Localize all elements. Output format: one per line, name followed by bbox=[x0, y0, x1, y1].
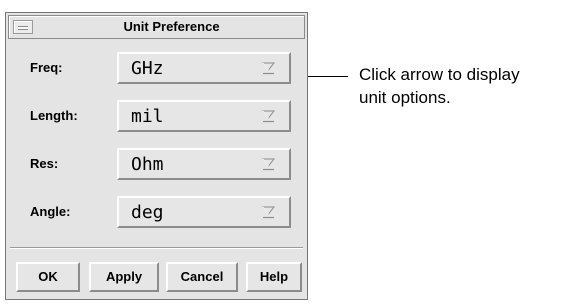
res-select-value: Ohm bbox=[131, 154, 164, 175]
apply-button[interactable]: Apply bbox=[89, 262, 159, 292]
callout-line-2: unit options. bbox=[359, 88, 451, 107]
title-bar[interactable]: Unit Preference bbox=[8, 15, 305, 39]
freq-select[interactable]: GHz bbox=[117, 52, 291, 84]
cancel-button[interactable]: Cancel bbox=[166, 262, 238, 292]
callout-line-1: Click arrow to display bbox=[359, 65, 520, 84]
res-select[interactable]: Ohm bbox=[117, 148, 291, 180]
length-label: Length: bbox=[30, 108, 78, 123]
dropdown-arrow-icon[interactable] bbox=[262, 206, 275, 219]
divider bbox=[10, 247, 303, 249]
length-select-value: mil bbox=[131, 106, 164, 127]
angle-row: Angle: deg bbox=[6, 196, 307, 230]
callout-text: Click arrow to display unit options. bbox=[359, 63, 574, 109]
dropdown-arrow-icon[interactable] bbox=[262, 62, 275, 75]
length-select[interactable]: mil bbox=[117, 100, 291, 132]
window-menu-button[interactable] bbox=[13, 20, 33, 34]
dialog-title: Unit Preference bbox=[123, 19, 220, 34]
callout-line bbox=[308, 76, 348, 77]
length-row: Length: mil bbox=[6, 100, 307, 134]
freq-label: Freq: bbox=[30, 60, 63, 75]
window-menu-icon bbox=[18, 26, 28, 30]
angle-select-value: deg bbox=[131, 202, 164, 223]
help-button[interactable]: Help bbox=[246, 262, 302, 292]
angle-select[interactable]: deg bbox=[117, 196, 291, 228]
dropdown-arrow-icon[interactable] bbox=[262, 158, 275, 171]
ok-button[interactable]: OK bbox=[16, 262, 80, 292]
angle-label: Angle: bbox=[30, 204, 71, 219]
dropdown-arrow-icon[interactable] bbox=[262, 110, 275, 123]
res-label: Res: bbox=[30, 156, 59, 171]
unit-preference-dialog: Unit Preference Freq: GHz Length: mil Re… bbox=[5, 12, 308, 300]
freq-select-value: GHz bbox=[131, 58, 164, 79]
freq-row: Freq: GHz bbox=[6, 52, 307, 86]
res-row: Res: Ohm bbox=[6, 148, 307, 182]
